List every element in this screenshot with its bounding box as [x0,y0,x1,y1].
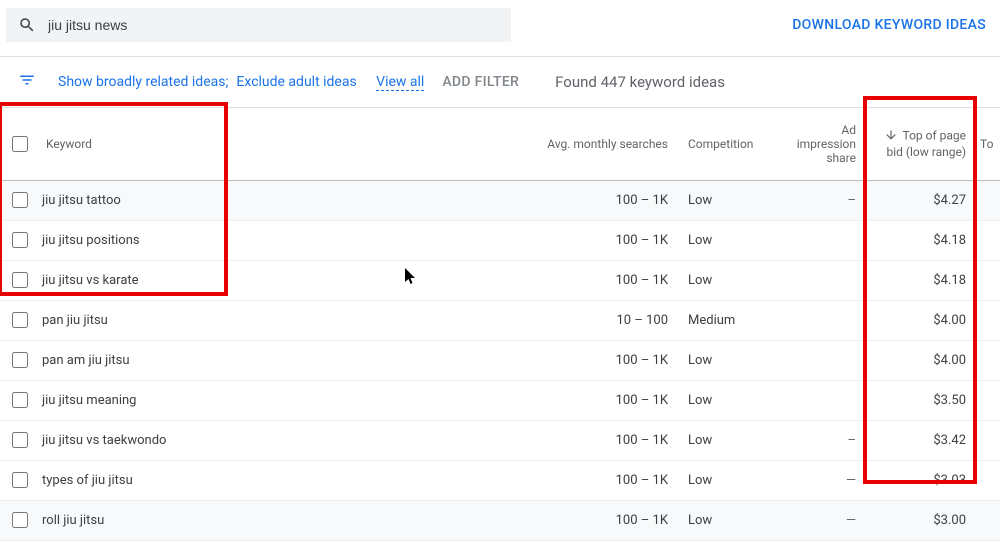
competition-cell: Medium [678,300,776,340]
col-keyword[interactable]: Keyword [0,108,528,180]
competition-cell: Low [678,420,776,460]
competition-cell: Low [678,380,776,420]
impression-cell: — [776,500,866,540]
filter-broad-link[interactable]: Show broadly related ideas; [58,74,228,90]
row-checkbox[interactable] [12,312,28,328]
table-row: jiu jitsu vs taekwondo 100 – 1KLow–$3.42 [0,420,1000,460]
bid-low-cell: $3.00 [866,500,976,540]
download-keyword-ideas-link[interactable]: DOWNLOAD KEYWORD IDEAS [792,17,986,33]
row-checkbox[interactable] [12,472,28,488]
filter-bar: Show broadly related ideas; Exclude adul… [0,57,1000,108]
extra-cell [976,380,1000,420]
bid-low-cell: $3.03 [866,460,976,500]
bid-low-cell: $4.00 [866,300,976,340]
keyword-text: roll jiu jitsu [42,513,104,528]
extra-cell [976,340,1000,380]
col-competition[interactable]: Competition [678,108,776,180]
row-checkbox[interactable] [12,272,28,288]
table-row: jiu jitsu meaning 100 – 1KLow $3.50 [0,380,1000,420]
col-top-bid-low-label: Top of page bid (low range) [886,129,966,159]
impression-cell [776,380,866,420]
filter-exclude-link[interactable]: Exclude adult ideas [236,74,356,90]
col-keyword-label: Keyword [46,137,92,151]
avg-searches-cell: 100 – 1K [528,460,678,500]
extra-cell [976,420,1000,460]
competition-cell: Low [678,180,776,220]
impression-cell [776,340,866,380]
row-checkbox[interactable] [12,512,28,528]
bid-low-cell: $4.27 [866,180,976,220]
row-checkbox[interactable] [12,192,28,208]
extra-cell [976,500,1000,540]
table-row: pan am jiu jitsu 100 – 1KLow $4.00 [0,340,1000,380]
extra-cell [976,300,1000,340]
row-checkbox[interactable] [12,432,28,448]
extra-cell [976,260,1000,300]
col-impression-share[interactable]: Ad impression share [776,108,866,180]
impression-cell [776,260,866,300]
extra-cell [976,180,1000,220]
bid-low-cell: $4.18 [866,260,976,300]
bid-low-cell: $4.00 [866,340,976,380]
col-top-bid-low[interactable]: Top of page bid (low range) [866,108,976,180]
filter-icon[interactable] [18,71,36,93]
avg-searches-cell: 100 – 1K [528,180,678,220]
bid-low-cell: $3.42 [866,420,976,460]
keyword-text: pan am jiu jitsu [42,353,130,368]
impression-cell [776,300,866,340]
avg-searches-cell: 100 – 1K [528,420,678,460]
row-checkbox[interactable] [12,352,28,368]
avg-searches-cell: 10 – 100 [528,300,678,340]
impression-cell: — [776,460,866,500]
search-icon [18,16,36,34]
competition-cell: Low [678,220,776,260]
avg-searches-cell: 100 – 1K [528,380,678,420]
keyword-table: Keyword Avg. monthly searches Competitio… [0,108,1000,541]
bid-low-cell: $4.18 [866,220,976,260]
results-count: Found 447 keyword ideas [555,73,725,91]
keyword-text: jiu jitsu meaning [42,393,136,408]
keyword-text: jiu jitsu vs karate [42,273,139,288]
table-row: jiu jitsu positions 100 – 1KLow $4.18 [0,220,1000,260]
competition-cell: Low [678,340,776,380]
impression-cell [776,220,866,260]
keyword-text: jiu jitsu positions [42,233,140,248]
table-row: roll jiu jitsu 100 – 1KLow—$3.00 [0,500,1000,540]
competition-cell: Low [678,500,776,540]
keyword-text: pan jiu jitsu [42,313,108,328]
search-input[interactable] [48,17,499,33]
table-row: jiu jitsu tattoo 100 – 1KLow–$4.27 [0,180,1000,220]
row-checkbox[interactable] [12,392,28,408]
table-row: jiu jitsu vs karate 100 – 1KLow $4.18 [0,260,1000,300]
avg-searches-cell: 100 – 1K [528,220,678,260]
avg-searches-cell: 100 – 1K [528,500,678,540]
row-checkbox[interactable] [12,232,28,248]
table-row: types of jiu jitsu 100 – 1KLow—$3.03 [0,460,1000,500]
avg-searches-cell: 100 – 1K [528,340,678,380]
keyword-text: types of jiu jitsu [42,473,133,488]
table-row: pan jiu jitsu 10 – 100Medium $4.00 [0,300,1000,340]
avg-searches-cell: 100 – 1K [528,260,678,300]
add-filter-button[interactable]: ADD FILTER [442,74,519,90]
extra-cell [976,460,1000,500]
col-avg-searches[interactable]: Avg. monthly searches [528,108,678,180]
keyword-text: jiu jitsu tattoo [42,193,121,208]
col-extra[interactable]: To [976,108,1000,180]
impression-cell: – [776,180,866,220]
search-box[interactable] [6,8,511,42]
filter-view-all-link[interactable]: View all [376,74,424,91]
sort-descending-icon [884,128,898,145]
competition-cell: Low [678,460,776,500]
select-all-checkbox[interactable] [12,136,28,152]
bid-low-cell: $3.50 [866,380,976,420]
keyword-text: jiu jitsu vs taekwondo [42,433,166,448]
impression-cell: – [776,420,866,460]
competition-cell: Low [678,260,776,300]
extra-cell [976,220,1000,260]
